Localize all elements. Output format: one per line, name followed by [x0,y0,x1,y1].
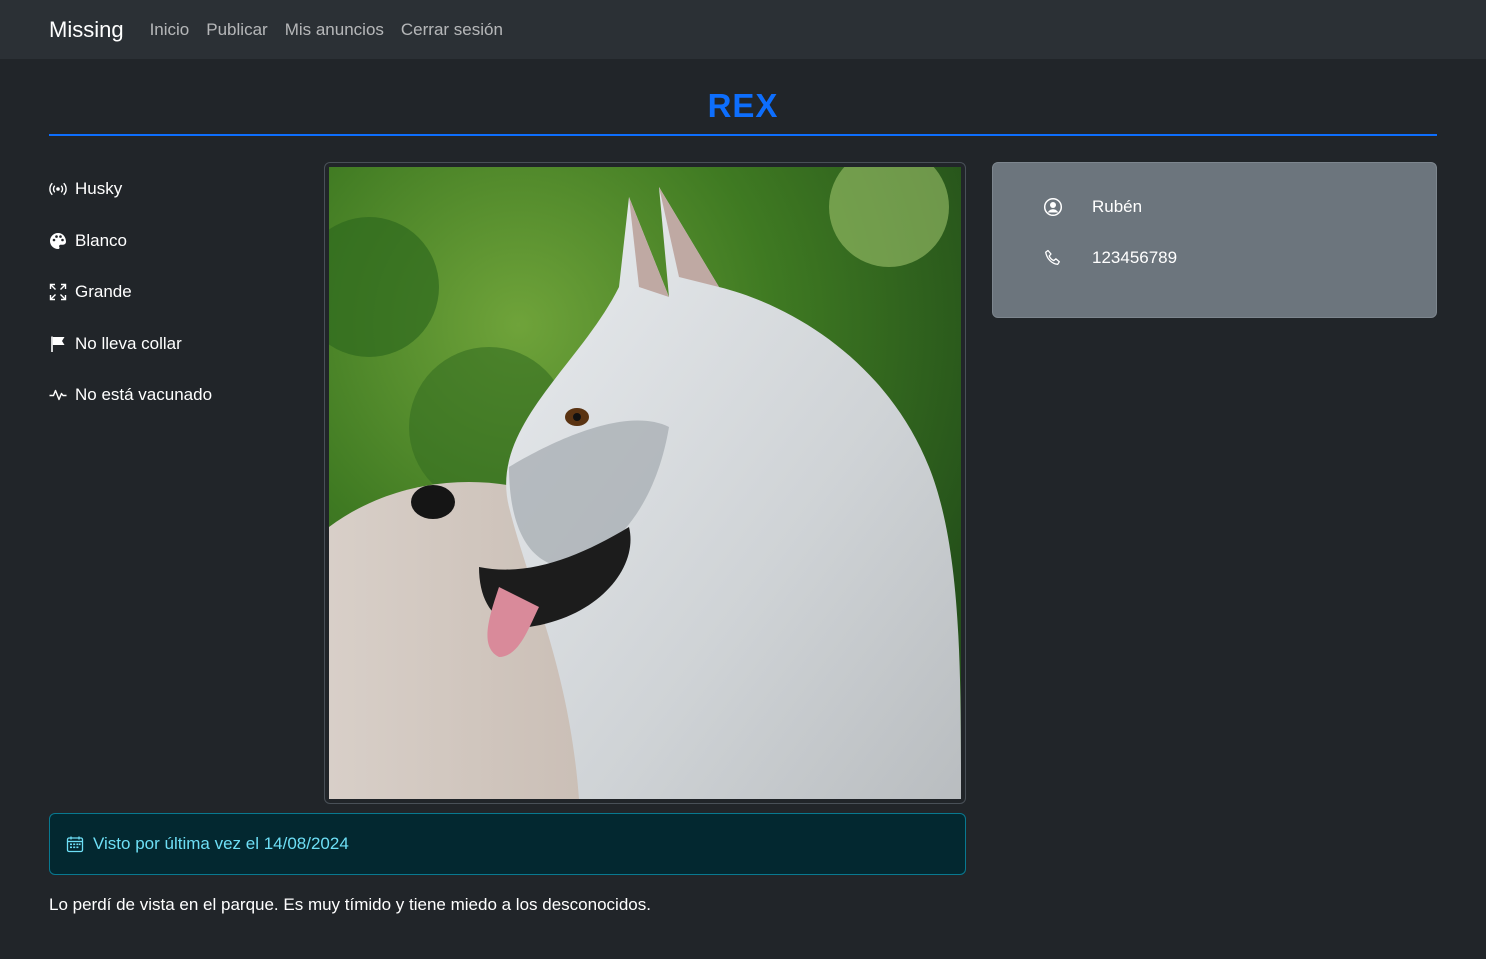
feature-label: Grande [75,282,132,301]
pet-description: Lo perdí de vista en el parque. Es muy t… [49,895,651,914]
navbar: Missing Inicio Publicar Mis anuncios Cer… [0,0,1486,59]
title-section: REX [49,59,1437,136]
expand-arrows-icon [49,283,67,301]
feature-size: Grande [49,279,212,305]
pet-name-title: REX [707,87,779,124]
feature-label: Blanco [75,230,127,250]
contact-name-row: Rubén [1043,197,1142,217]
contact-name: Rubén [1092,197,1143,216]
last-seen-text: Visto por última vez el 14/08/2024 [93,834,349,853]
pet-photo [329,167,961,799]
last-seen-alert: Visto por última vez el 14/08/2024 [49,813,966,875]
nav-link-mis-anuncios[interactable]: Mis anuncios [285,20,384,40]
feature-collar: No lleva collar [49,331,212,357]
feature-label: No lleva collar [75,333,182,353]
flag-icon [49,335,67,353]
pet-photo-frame [324,162,966,804]
contact-phone-row: 123456789 [1043,248,1177,268]
broadcast-icon [49,180,67,198]
feature-list: Husky Blanco Grande No lleva collar No e… [49,176,212,434]
user-circle-icon [1043,197,1063,217]
nav-link-cerrar-sesion[interactable]: Cerrar sesión [401,20,503,40]
pulse-icon [49,386,67,404]
nav-link-publicar[interactable]: Publicar [206,20,267,40]
contact-phone[interactable]: 123456789 [1092,248,1177,268]
feature-breed: Husky [49,176,212,202]
feature-vaccine: No está vacunado [49,382,212,408]
feature-label: Husky [75,179,123,198]
brand-link[interactable]: Missing [49,17,124,43]
phone-icon [1043,248,1063,268]
feature-label: No está vacunado [75,385,213,404]
palette-icon [49,232,67,250]
feature-color: Blanco [49,228,212,254]
contact-card: Rubén 123456789 [992,162,1437,318]
nav-link-inicio[interactable]: Inicio [150,20,190,40]
calendar-icon [66,835,84,853]
